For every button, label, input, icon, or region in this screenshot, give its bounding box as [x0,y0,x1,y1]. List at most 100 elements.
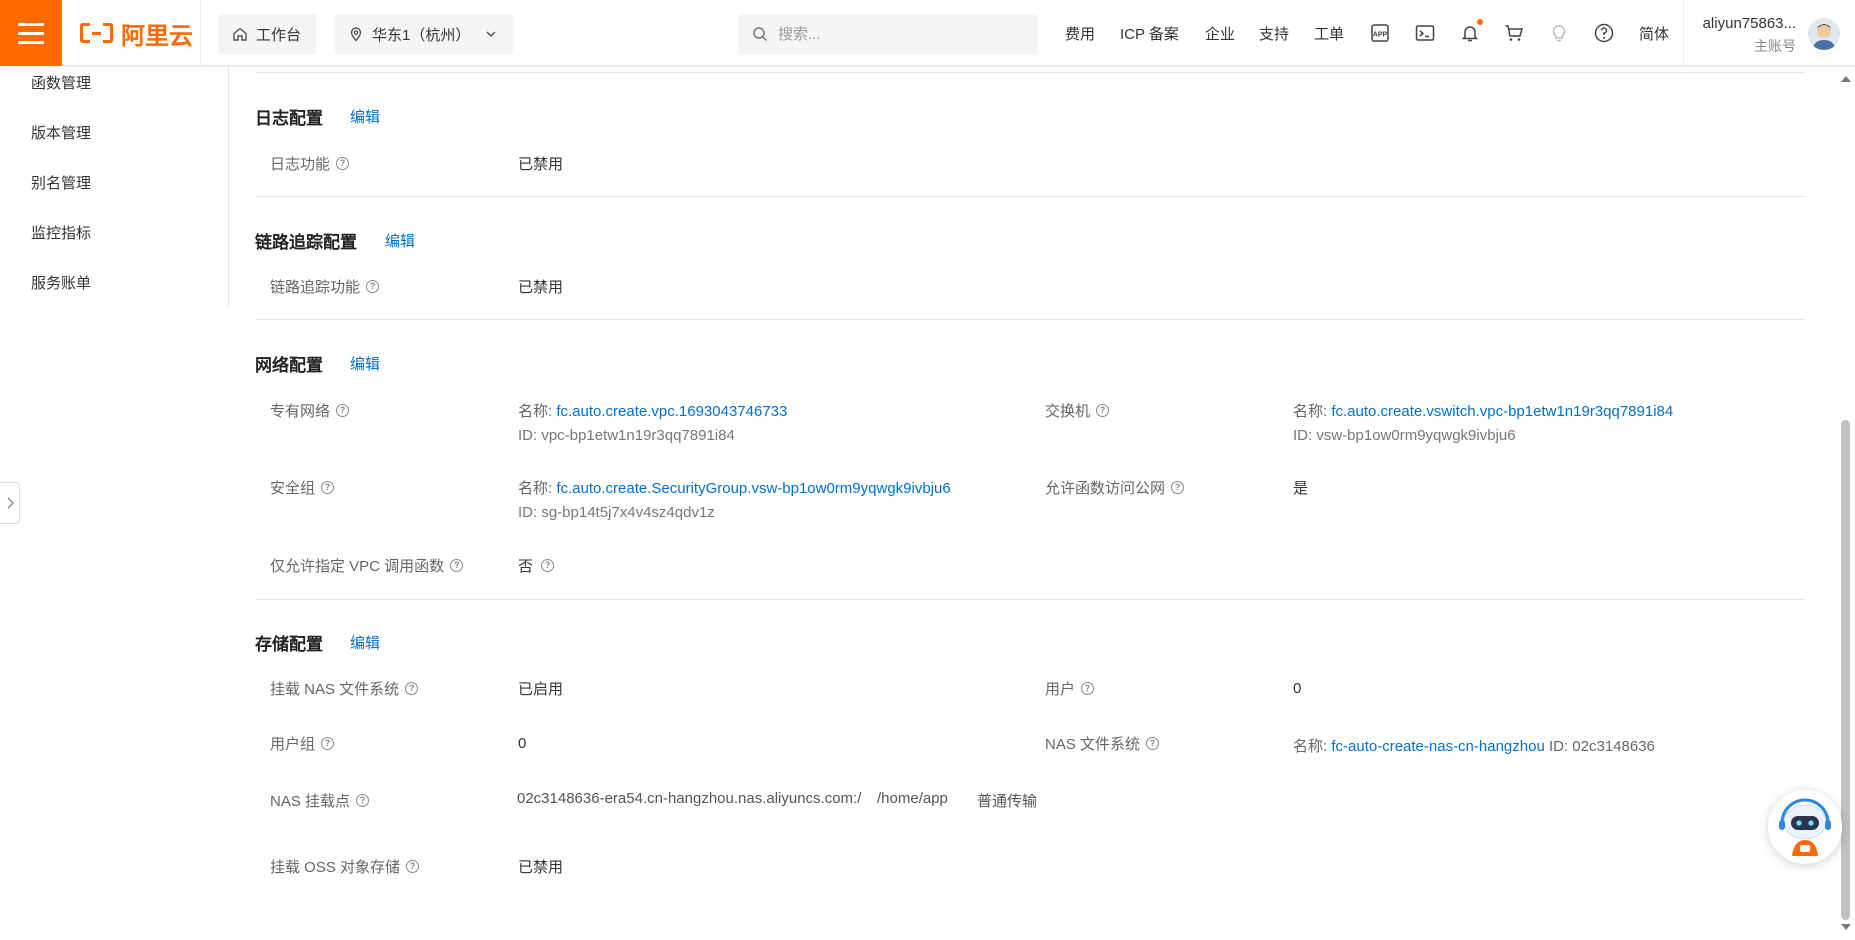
nas-filesystem-label: NAS 文件系统? [1045,733,1160,754]
scrollbar-thumb[interactable] [1841,420,1850,920]
hamburger-line [18,22,44,26]
security-group-label: 安全组? [270,477,335,498]
workbench-button[interactable]: 工作台 [218,14,316,54]
terminal-icon[interactable] [1413,21,1437,45]
scroll-down-arrow-icon[interactable] [1841,924,1851,930]
nav-icp[interactable]: ICP 备案 [1120,23,1179,44]
sidebar-item-versions[interactable]: 版本管理 [31,122,91,143]
nas-filesystem-id: ID: 02c3148636 [1548,738,1655,755]
question-mark-icon[interactable]: ? [336,157,350,170]
location-pin-icon [350,27,362,42]
oss-mount-value: 已禁用 [518,859,564,876]
user-group-value: 0 [518,735,527,752]
question-mark-icon[interactable]: ? [321,737,335,750]
log-config-edit-link[interactable]: 编辑 [350,106,380,127]
nas-mount-label: 挂载 NAS 文件系统? [270,678,419,699]
hamburger-line [18,31,44,35]
region-label: 华东1（杭州） [372,26,471,44]
storage-config-title: 存储配置 [255,635,323,654]
divider [1683,0,1684,66]
ai-assistant-button[interactable] [1768,790,1842,864]
chevron-right-icon [7,497,14,509]
robot-assistant-icon [1779,798,1831,856]
user-value: 0 [1293,680,1302,697]
nav-ticket[interactable]: 工单 [1314,23,1344,44]
vpc-id: ID: vpc-bp1etw1n19r3qq7891i84 [518,427,735,444]
hamburger-line [18,40,44,44]
security-group-name-link[interactable]: fc.auto.create.SecurityGroup.vsw-bp1ow0r… [556,480,950,497]
logo-text: 阿里云 [121,21,193,50]
account-info[interactable]: aliyun75863... 主账号 [1696,15,1796,56]
scroll-up-arrow-icon[interactable] [1841,76,1851,82]
search-box[interactable] [738,14,1038,54]
home-icon [233,27,247,41]
region-selector[interactable]: 华东1（杭州） [334,14,514,54]
vpc-label: 专有网络? [270,400,350,421]
question-mark-icon[interactable]: ? [366,280,380,293]
svg-text:APP: APP [1373,32,1388,39]
vswitch-name-link[interactable]: fc.auto.create.vswitch.vpc-bp1etw1n19r3q… [1331,403,1673,420]
divider [200,0,201,66]
question-mark-icon[interactable]: ? [405,682,419,695]
question-mark-icon[interactable]: ? [541,559,555,572]
notification-dot [1477,19,1483,25]
user-group-label: 用户组? [270,733,335,754]
oss-mount-label: 挂载 OSS 对象存储? [270,856,420,877]
chevron-down-icon [486,31,496,38]
sidebar-item-metrics[interactable]: 监控指标 [31,222,91,243]
help-icon[interactable] [1592,21,1616,45]
question-mark-icon[interactable]: ? [450,559,464,572]
account-name: aliyun75863... [1702,15,1796,32]
question-mark-icon[interactable]: ? [1146,737,1160,750]
nas-filesystem-name-link[interactable]: fc-auto-create-nas-cn-hangzhou [1331,738,1544,755]
trace-config-title: 链路追踪配置 [255,233,357,252]
workbench-label: 工作台 [256,26,302,44]
search-input[interactable] [778,25,1008,43]
section-divider [255,196,1805,197]
nav-support[interactable]: 支持 [1259,23,1289,44]
security-group-value: 名称: fc.auto.create.SecurityGroup.vsw-bp1… [518,480,951,521]
vpc-only-invoke-label: 仅允许指定 VPC 调用函数? [270,555,464,576]
security-group-id: ID: sg-bp14t5j7x4v4sz4qdv1z [518,504,715,521]
top-navigation-bar: 阿里云 工作台 华东1（杭州） 费用 ICP 备案 企业 支持 工单 APP 简… [0,0,1855,66]
notification-bell-icon[interactable] [1458,19,1483,45]
menu-hamburger-button[interactable] [0,0,62,66]
avatar[interactable] [1808,18,1840,50]
app-download-icon[interactable]: APP [1368,21,1392,45]
nav-enterprise[interactable]: 企业 [1205,23,1235,44]
nas-mount-point-path: /home/app [877,790,948,807]
lightbulb-icon[interactable] [1547,21,1571,45]
question-mark-icon[interactable]: ? [356,794,370,807]
account-role: 主账号 [1754,38,1796,54]
nas-mount-point-addr: 02c3148636-era54.cn-hangzhou.nas.aliyunc… [517,790,862,807]
question-mark-icon[interactable]: ? [1081,682,1095,695]
trace-config-edit-link[interactable]: 编辑 [385,230,415,251]
question-mark-icon[interactable]: ? [336,404,350,417]
storage-config-edit-link[interactable]: 编辑 [350,632,380,653]
question-mark-icon[interactable]: ? [1096,404,1110,417]
vswitch-id: ID: vsw-bp1ow0rm9yqwgk9ivbju6 [1293,427,1516,444]
vswitch-value: 名称: fc.auto.create.vswitch.vpc-bp1etw1n1… [1293,403,1674,444]
log-enabled-value: 已禁用 [518,156,564,173]
question-mark-icon[interactable]: ? [321,481,335,494]
nav-billing[interactable]: 费用 [1065,23,1095,44]
vpc-name-link[interactable]: fc.auto.create.vpc.1693043746733 [556,403,787,420]
sidebar-item-functions[interactable]: 函数管理 [31,72,91,93]
question-mark-icon[interactable]: ? [406,860,420,873]
sidebar: 函数管理 版本管理 别名管理 监控指标 服务账单 [0,66,229,306]
shopping-cart-icon[interactable] [1502,21,1526,45]
network-config-edit-link[interactable]: 编辑 [350,353,380,374]
sidebar-item-aliases[interactable]: 别名管理 [31,172,91,193]
sidebar-expand-toggle[interactable] [0,482,20,524]
section-divider [255,72,1805,73]
nas-mount-point-label: NAS 挂载点? [270,790,370,811]
aliyun-logo[interactable]: 阿里云 [80,18,193,50]
language-switch[interactable]: 简体 [1639,23,1669,44]
search-icon [753,27,768,42]
question-mark-icon[interactable]: ? [1171,481,1185,494]
trace-enabled-value: 已禁用 [518,279,564,296]
network-config-title: 网络配置 [255,356,323,375]
nas-mount-point-mode: 普通传输 [977,793,1038,810]
vpc-only-invoke-value: 否? [518,555,555,576]
sidebar-item-billing[interactable]: 服务账单 [31,272,91,293]
